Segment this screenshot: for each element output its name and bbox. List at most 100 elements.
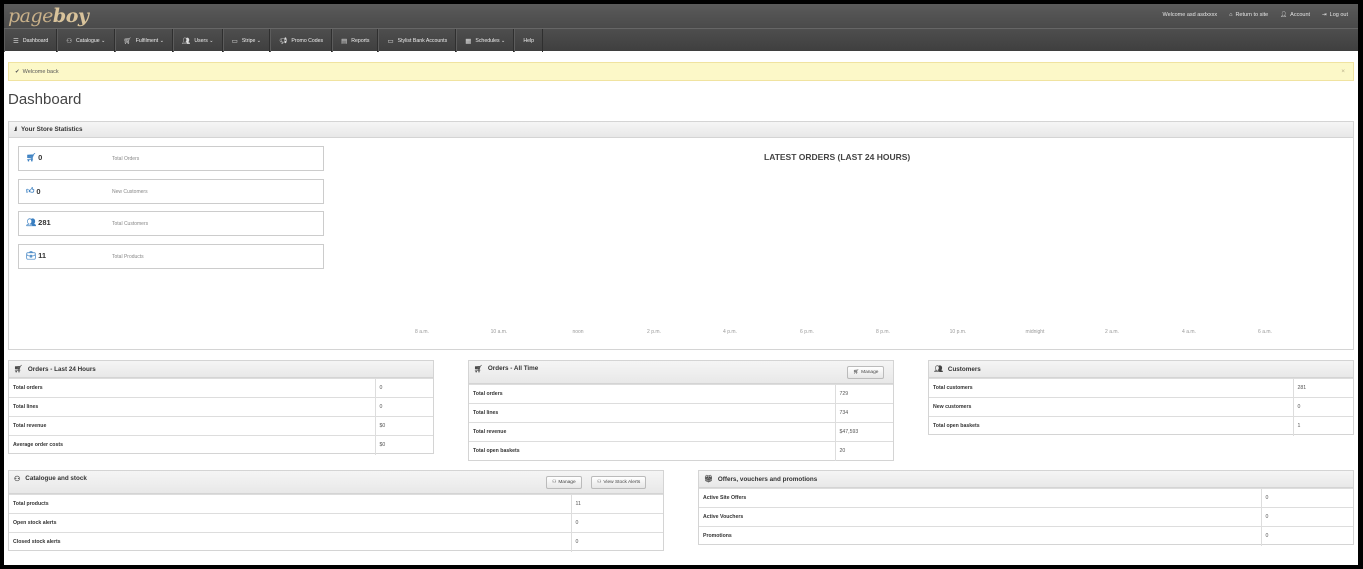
sitemap-icon: ⚇ [597,480,602,485]
cart-icon: 🛒︎ [474,366,483,373]
welcome-alert: ✔ Welcome back × [8,62,1354,81]
page-title: Dashboard [8,91,82,108]
panel-header: 👥︎ Customers [929,361,1353,378]
catalogue-table: Total products 11 Open stock alerts 0 Clos… [9,494,663,552]
brand-logo[interactable]: pageboy [8,5,89,27]
alert-text: Welcome back [22,68,59,75]
x-tick: 6 p.m. [800,329,814,335]
stat-label: Total Products [112,254,144,260]
stat-value: 281 [38,218,51,227]
stat-total-products: 💼︎ 11 Total Products [18,244,324,269]
table-row: Promotions 0 [699,526,1353,546]
nav-stylist-bank-accounts[interactable]: ▭ Stylist Bank Accounts [378,29,457,52]
x-tick: 8 p.m. [876,329,890,335]
stat-new-customers: 👍︎ 0 New Customers [18,179,324,204]
panel-title: Customers [947,365,981,373]
user-icon: 👤︎ [1280,12,1288,18]
logout-icon: ⇥ [1322,12,1327,18]
thumbs-up-icon: 👍︎ [26,186,35,195]
stat-total-orders: 🛒︎ 0 Total Orders [18,146,324,171]
close-icon[interactable]: × [1341,68,1345,75]
nav-reports[interactable]: ▤ Reports [332,29,379,52]
nav-help[interactable]: Help [514,29,544,52]
table-row: Total orders 729 [469,384,893,404]
nav-fulfilment[interactable]: 🛒︎ Fulfilment ⌄ [114,29,174,52]
app-frame: pageboy Welcome asd asdxxxx ⌂ Return to s… [4,4,1358,565]
offers-table: Active Site Offers 0 Active Vouchers 0 Pro… [699,488,1353,546]
manage-catalogue-button[interactable]: ⚇ Manage [546,476,582,489]
table-row: Closed stock alerts 0 [9,532,663,552]
sitemap-icon: ⚇ [552,480,557,485]
card-icon: ▭ [231,37,238,45]
table-row: New customers 0 [929,397,1353,417]
brand-prefix: page [8,5,53,27]
orders-all-time-table: Total orders 729 Total lines 734 Total rev… [469,384,893,461]
x-tick: 10 a.m. [490,329,508,335]
stat-label: New Customers [112,189,148,195]
list-icon: ☰ [13,37,19,45]
stat-total-customers: 👥︎ 281 Total Customers [18,211,324,236]
table-row: Total customers 281 [929,378,1353,398]
x-tick: noon [572,329,584,335]
view-stock-alerts-button[interactable]: ⚇ View Stock Alerts [591,476,647,489]
group-icon: 👥︎ [182,37,191,45]
table-row: Total lines 0 [9,397,433,417]
panel-title: Your Store Statistics [21,126,83,133]
stat-value: 11 [38,251,47,260]
table-row: Total revenue $47,593 [469,422,893,442]
table-row: Active Vouchers 0 [699,507,1353,527]
table-row: Average order costs $0 [9,435,433,455]
x-tick: 2 a.m. [1105,329,1119,335]
sitemap-icon: ⚇ [14,476,21,483]
panel-title: Orders - Last 24 Hours [27,365,96,373]
nav-schedules[interactable]: ▦ Schedules ⌄ [456,29,515,52]
sitemap-icon: ⚇ [66,37,73,45]
x-tick: 6 a.m. [1258,329,1272,335]
table-row: Total products 11 [9,494,663,514]
stat-label: Total Customers [112,221,149,227]
calendar-icon: ▦ [465,37,472,45]
cart-icon: 🛒︎ [14,366,23,373]
panel-header: 🛒︎ Orders - Last 24 Hours [9,361,433,378]
table-row: Total open baskets 1 [929,416,1353,436]
cart-icon: 🛒︎ [853,370,860,375]
orders-24h-panel: 🛒︎ Orders - Last 24 Hours Total orders 0 T… [8,360,434,455]
orders-24h-table: Total orders 0 Total lines 0 Total revenue… [9,378,433,455]
nav-promo-codes[interactable]: 📢︎ Promo Codes [270,29,333,52]
nav-catalogue[interactable]: ⚇ Catalogue ⌄ [57,29,115,52]
account-link[interactable]: 👤︎ Account [1280,12,1310,18]
table-row: Active Site Offers 0 [699,488,1353,508]
panel-header: 🎁︎ Offers, vouchers and promotions [699,471,1353,488]
group-icon: 👥︎ [934,366,943,373]
x-tick: 10 p.m. [949,329,967,335]
panel-title: Offers, vouchers and promotions [717,475,818,483]
welcome-text: Welcome asd asdxxxx [1162,12,1218,18]
orders-all-time-panel: 🛒︎ Orders - All Time 🛒︎ Manage Total order… [468,360,894,461]
stat-value: 0 [38,153,43,162]
store-statistics-panel: .ıl Your Store Statistics 🛒︎ 0 Total Orde… [8,121,1354,350]
return-to-site-link[interactable]: ⌂ Return to site [1229,12,1268,18]
table-row: Total revenue $0 [9,416,433,436]
x-tick: 8 a.m. [415,329,429,335]
x-tick: 4 p.m. [723,329,737,335]
x-tick: 4 a.m. [1182,329,1196,335]
check-circle-icon: ✔ [15,68,20,75]
catalogue-stock-panel: ⚇ Catalogue and stock ⚇ Manage ⚇ View Stock… [8,470,664,552]
panel-header: .ıl Your Store Statistics [9,122,1353,138]
stat-value: 0 [36,186,41,196]
signal-icon: .ıl [14,126,17,133]
nav-stripe[interactable]: ▭ Stripe ⌄ [222,29,271,52]
logout-link[interactable]: ⇥ Log out [1322,12,1348,18]
panel-title: Orders - All Time [487,365,539,372]
table-row: Total lines 734 [469,403,893,423]
nav-dashboard[interactable]: ☰ Dashboard [4,29,58,52]
table-row: Total orders 0 [9,378,433,398]
gift-icon: 🎁︎ [704,476,713,483]
panel-header: 🛒︎ Orders - All Time [469,361,893,384]
manage-orders-button[interactable]: 🛒︎ Manage [847,366,885,379]
table-row: Total open baskets 20 [469,441,893,461]
customers-panel: 👥︎ Customers Total customers 281 New custo… [928,360,1354,436]
chart-icon: ▤ [341,37,348,45]
table-row: Open stock alerts 0 [9,513,663,533]
nav-users[interactable]: 👥︎ Users ⌄ [173,29,223,52]
